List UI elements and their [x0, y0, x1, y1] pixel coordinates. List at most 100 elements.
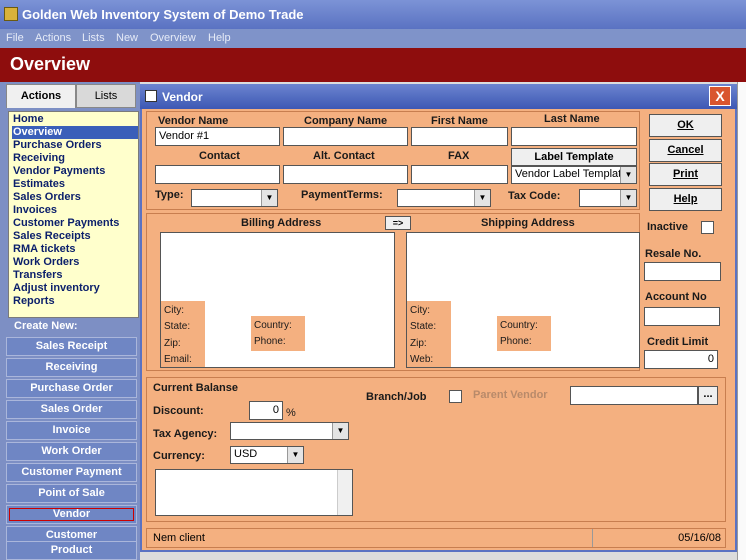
notes-scrollbar[interactable]: [337, 470, 352, 515]
nav-item-invoices[interactable]: Invoices: [12, 204, 138, 217]
discount-label: Discount:: [153, 405, 204, 417]
create-receiving-button[interactable]: Receiving: [6, 358, 137, 377]
nav-item-home[interactable]: Home: [12, 113, 138, 126]
company-name-input[interactable]: [283, 127, 408, 146]
nav-item-receiving[interactable]: Receiving: [12, 152, 138, 165]
shipping-phone-label: Phone:: [500, 336, 532, 347]
parent-vendor-lookup-button[interactable]: ...: [698, 386, 718, 405]
alt-contact-label: Alt. Contact: [313, 150, 375, 162]
account-no-input[interactable]: [644, 307, 720, 326]
help-button[interactable]: Help: [649, 188, 722, 211]
first-name-label: First Name: [431, 115, 488, 127]
menu-overview[interactable]: Overview: [150, 32, 196, 44]
close-button[interactable]: X: [709, 86, 731, 106]
nav-item-customer-payments[interactable]: Customer Payments: [12, 217, 138, 230]
print-button[interactable]: Print: [649, 163, 722, 186]
nav-item-estimates[interactable]: Estimates: [12, 178, 138, 191]
nav-item-purchase-orders[interactable]: Purchase Orders: [12, 139, 138, 152]
tab-actions[interactable]: Actions: [6, 84, 76, 108]
inactive-checkbox[interactable]: [701, 221, 714, 234]
create-point-of-sale-button[interactable]: Point of Sale: [6, 484, 137, 503]
dialog-statusbar: Nem client 05/16/08: [146, 528, 726, 548]
create-purchase-order-button[interactable]: Purchase Order: [6, 379, 137, 398]
menu-lists[interactable]: Lists: [82, 32, 105, 44]
contact-input[interactable]: [155, 165, 280, 184]
shipping-city-label: City:: [410, 305, 430, 316]
payment-terms-label: PaymentTerms:: [301, 189, 383, 201]
copy-address-button[interactable]: =>: [385, 216, 411, 230]
chevron-down-icon: ▼: [332, 423, 348, 439]
billing-zip-label: Zip:: [164, 338, 181, 349]
cancel-button[interactable]: Cancel: [649, 139, 722, 162]
create-work-order-button[interactable]: Work Order: [6, 442, 137, 461]
percent-label: %: [286, 407, 296, 419]
branch-job-checkbox[interactable]: [449, 390, 462, 403]
ok-button[interactable]: OK: [649, 114, 722, 137]
shipping-zip-label: Zip:: [410, 338, 427, 349]
notes-textarea[interactable]: [155, 469, 353, 516]
fax-input[interactable]: [411, 165, 508, 184]
discount-input[interactable]: 0: [249, 401, 283, 420]
nav-item-work-orders[interactable]: Work Orders: [12, 256, 138, 269]
last-name-input[interactable]: [511, 127, 637, 146]
create-vendor-button[interactable]: Vendor: [6, 505, 137, 524]
chevron-down-icon: ▼: [620, 167, 636, 183]
create-product-button[interactable]: Product: [6, 541, 137, 560]
shipping-country-col: Country: Phone:: [497, 316, 551, 351]
tax-agency-select[interactable]: ▼: [230, 422, 349, 440]
nav-item-transfers[interactable]: Transfers: [12, 269, 138, 282]
billing-city-label: City:: [164, 305, 184, 316]
credit-limit-input[interactable]: 0: [644, 350, 718, 369]
branch-job-label: Branch/Job: [366, 391, 427, 403]
create-customer-payment-button[interactable]: Customer Payment: [6, 463, 137, 482]
nav-item-rma-tickets[interactable]: RMA tickets: [12, 243, 138, 256]
menu-help[interactable]: Help: [208, 32, 231, 44]
fax-label: FAX: [448, 150, 470, 162]
label-template-select[interactable]: Vendor Label Template ▼: [511, 166, 637, 184]
menu-actions[interactable]: Actions: [35, 32, 71, 44]
type-select[interactable]: ▼: [191, 189, 278, 207]
nav-item-reports[interactable]: Reports: [12, 295, 138, 308]
page-header: Overview: [0, 48, 746, 82]
nav-item-vendor-payments[interactable]: Vendor Payments: [12, 165, 138, 178]
shipping-labels-col: City: State: Zip: Web:: [407, 301, 451, 367]
shipping-country-label: Country:: [500, 320, 538, 331]
background-window-edge: [737, 82, 746, 560]
billing-labels-col: City: State: Zip: Email:: [161, 301, 205, 367]
billing-country-label: Country:: [254, 320, 292, 331]
resale-no-input[interactable]: [644, 262, 721, 281]
account-no-label: Account No: [645, 291, 707, 303]
alt-contact-input[interactable]: [283, 165, 408, 184]
first-name-input[interactable]: [411, 127, 508, 146]
tax-agency-label: Tax Agency:: [153, 428, 218, 440]
nav-item-adjust-inventory[interactable]: Adjust inventory: [12, 282, 138, 295]
parent-vendor-input[interactable]: [570, 386, 698, 405]
create-sales-receipt-button[interactable]: Sales Receipt: [6, 337, 137, 356]
current-balance-label: Current Balanse: [153, 382, 238, 394]
create-sales-order-button[interactable]: Sales Order: [6, 400, 137, 419]
tax-code-select[interactable]: ▼: [579, 189, 637, 207]
nav-item-overview[interactable]: Overview: [12, 126, 138, 139]
menu-new[interactable]: New: [116, 32, 138, 44]
vendor-name-label: Vendor Name: [158, 115, 229, 127]
create-invoice-button[interactable]: Invoice: [6, 421, 137, 440]
menu-file[interactable]: File: [6, 32, 24, 44]
label-template-button[interactable]: Label Template: [511, 148, 637, 166]
page-title: Overview: [10, 54, 91, 74]
nav-item-sales-receipts[interactable]: Sales Receipts: [12, 230, 138, 243]
last-name-label: Last Name: [544, 113, 600, 125]
tab-lists[interactable]: Lists: [76, 84, 136, 108]
create-new-label: Create New:: [14, 320, 78, 332]
nav-item-sales-orders[interactable]: Sales Orders: [12, 191, 138, 204]
contact-label: Contact: [199, 150, 240, 162]
dialog-titlebar: Vendor X: [140, 84, 737, 109]
currency-label: Currency:: [153, 450, 205, 462]
status-date: 05/16/08: [592, 529, 727, 547]
vendor-dialog-icon: [145, 90, 157, 102]
billing-email-label: Email:: [164, 354, 192, 365]
payment-terms-select[interactable]: ▼: [397, 189, 491, 207]
company-name-label: Company Name: [304, 115, 388, 127]
chevron-down-icon: ▼: [261, 190, 277, 206]
vendor-name-input[interactable]: Vendor #1: [155, 127, 280, 146]
currency-select[interactable]: USD ▼: [230, 446, 304, 464]
